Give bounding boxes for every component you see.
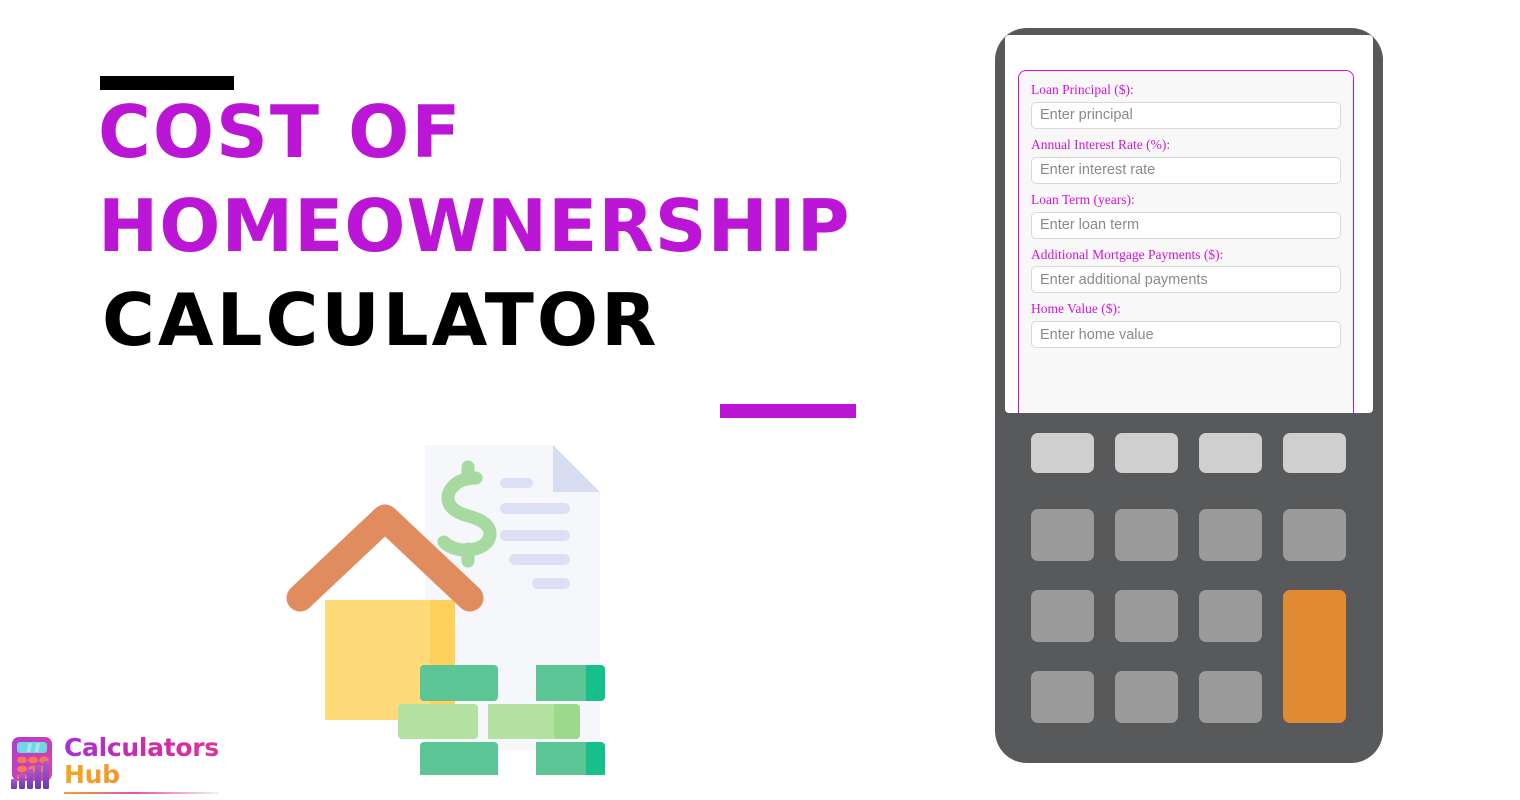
field-loan-term: Loan Term (years): [1031,191,1341,239]
label-home-value: Home Value ($): [1031,301,1121,317]
key-r2c2[interactable] [1115,509,1178,561]
calculator-screen: Loan Principal ($): Annual Interest Rate… [1005,35,1373,413]
title-line-3: CALCULATOR [102,278,660,362]
key-r1c4[interactable] [1283,433,1346,473]
calculator-device: Loan Principal ($): Annual Interest Rate… [995,28,1383,763]
key-r4c2[interactable] [1115,671,1178,723]
field-loan-principal: Loan Principal ($): [1031,82,1341,129]
key-r2c3[interactable] [1199,509,1262,561]
key-r2c4[interactable] [1283,509,1346,561]
key-r3c1[interactable] [1031,590,1094,642]
key-r4c1[interactable] [1031,671,1094,723]
title-line-1: COST OF [98,90,463,174]
key-r1c2[interactable] [1115,433,1178,473]
mortgage-form-panel: Loan Principal ($): Annual Interest Rate… [1018,70,1354,413]
field-annual-interest-rate: Annual Interest Rate (%): [1031,136,1341,184]
label-additional-mortgage-payments: Additional Mortgage Payments ($): [1031,246,1224,262]
accent-bar-top [100,76,234,90]
key-r3c2[interactable] [1115,590,1178,642]
logo-wordmark: Calculators Hub [64,735,219,787]
title-line-2: HOMEOWNERSHIP [98,184,851,268]
hero-section: COST OF HOMEOWNERSHIP CALCULATOR [0,0,980,800]
calculator-bar-chart-icon [11,737,52,789]
key-r1c1[interactable] [1031,433,1094,473]
key-r2c1[interactable] [1031,509,1094,561]
accent-bar-bottom [720,404,856,418]
input-loan-term[interactable] [1031,211,1341,239]
input-home-value[interactable] [1031,321,1341,349]
calculator-keypad [1031,433,1351,733]
key-equals[interactable] [1283,590,1346,723]
logo-word-hub: Hub [64,762,219,787]
input-additional-mortgage-payments[interactable] [1031,266,1341,294]
key-r3c3[interactable] [1199,590,1262,642]
label-loan-principal: Loan Principal ($): [1031,82,1134,97]
field-home-value: Home Value ($): [1031,301,1341,349]
house-document-money-illustration [280,430,640,778]
input-annual-interest-rate[interactable] [1031,156,1341,184]
key-r4c3[interactable] [1199,671,1262,723]
page-title: COST OF HOMEOWNERSHIP CALCULATOR [98,96,968,356]
logo-word-calculators: Calculators [64,733,219,762]
logo-underline [64,792,219,794]
label-annual-interest-rate: Annual Interest Rate (%): [1031,136,1171,152]
label-loan-term: Loan Term (years): [1031,191,1135,207]
field-additional-mortgage-payments: Additional Mortgage Payments ($): [1031,246,1341,294]
poster-canvas: COST OF HOMEOWNERSHIP CALCULATOR Loan Pr… [0,0,1520,800]
input-loan-principal[interactable] [1031,101,1341,129]
key-r1c3[interactable] [1199,433,1262,473]
calculators-hub-logo[interactable]: Calculators Hub [8,735,223,797]
